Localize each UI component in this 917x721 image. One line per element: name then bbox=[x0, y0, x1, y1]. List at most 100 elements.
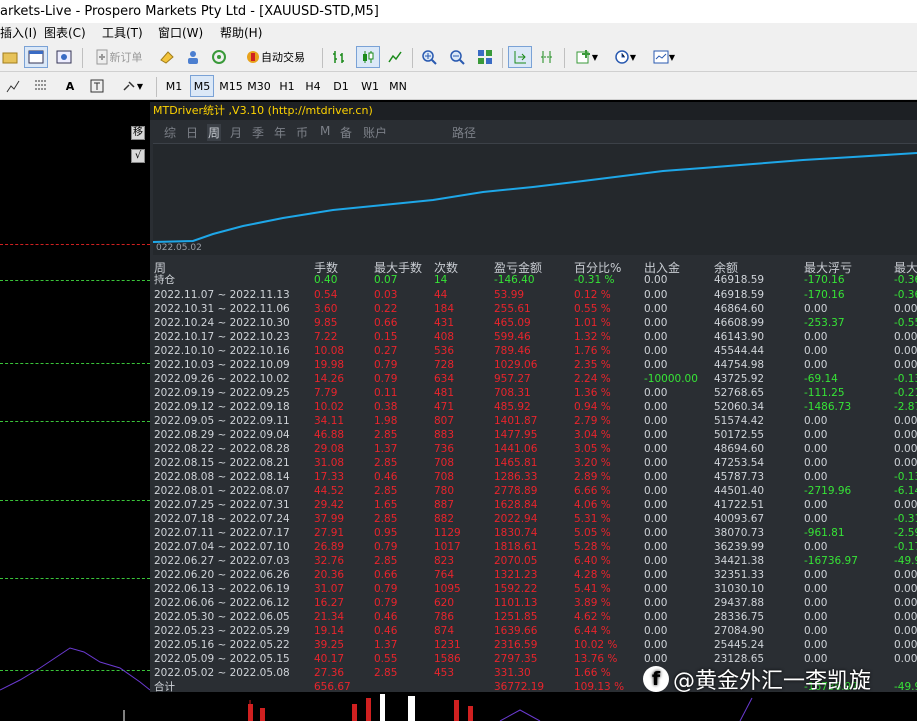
zoom-out-icon bbox=[449, 49, 465, 65]
tab-quarter[interactable]: 季 bbox=[252, 124, 264, 141]
row-pnl: 708.31 bbox=[494, 387, 531, 399]
row-deposit: 0.00 bbox=[644, 457, 668, 469]
navigator-button[interactable] bbox=[52, 46, 76, 68]
bar-chart-button[interactable] bbox=[328, 46, 350, 68]
profiles-button[interactable] bbox=[0, 46, 20, 68]
tab-summary[interactable]: 综 bbox=[164, 124, 176, 141]
zoom-in-button[interactable] bbox=[418, 46, 440, 68]
tab-path[interactable]: 路径 bbox=[452, 124, 476, 141]
history-button[interactable] bbox=[156, 46, 178, 68]
row-week: 2022.10.03 ~ 2022.10.09 bbox=[154, 359, 290, 371]
indicators-button[interactable]: ▼ bbox=[570, 46, 604, 68]
timeframe-mn[interactable]: MN bbox=[386, 75, 410, 97]
timeframe-m5[interactable]: M5 bbox=[190, 75, 214, 97]
autoscroll-button[interactable] bbox=[508, 46, 532, 68]
row-lots: 0.54 bbox=[314, 289, 338, 301]
timeframe-m30[interactable]: M30 bbox=[246, 75, 272, 97]
menu-bar: 插入(I) 图表(C) 工具(T) 窗口(W) 帮助(H) bbox=[0, 23, 917, 43]
text-button[interactable]: A bbox=[60, 75, 80, 97]
row-max-float: 0.00 bbox=[804, 303, 828, 315]
tab-week[interactable]: 周 bbox=[207, 124, 222, 141]
zoom-out-button[interactable] bbox=[446, 46, 468, 68]
menu-window[interactable]: 窗口(W) bbox=[158, 23, 203, 43]
row-max-float: -253.37 bbox=[804, 317, 845, 329]
timeframe-w1[interactable]: W1 bbox=[358, 75, 382, 97]
tile-windows-button[interactable] bbox=[474, 46, 496, 68]
holding-balance: 46918.59 bbox=[714, 274, 765, 286]
row-max-float: -1486.73 bbox=[804, 401, 852, 413]
elliott-button[interactable] bbox=[2, 75, 24, 97]
new-order-label: 新订单 bbox=[109, 51, 143, 64]
tab-day[interactable]: 日 bbox=[186, 124, 198, 141]
row-max-float: -111.25 bbox=[804, 387, 845, 399]
menu-insert[interactable]: 插入(I) bbox=[0, 23, 37, 43]
row-balance: 25445.24 bbox=[714, 639, 765, 651]
row-max-lots: 2.85 bbox=[374, 429, 398, 441]
tab-account[interactable]: 账户 bbox=[363, 124, 387, 141]
tab-magic[interactable]: M bbox=[320, 124, 330, 138]
row-week: 2022.11.07 ~ 2022.11.13 bbox=[154, 289, 290, 301]
menu-help[interactable]: 帮助(H) bbox=[220, 23, 262, 43]
timeframe-m1[interactable]: M1 bbox=[162, 75, 186, 97]
row-max-float: 0.00 bbox=[804, 471, 828, 483]
row-max-float: -961.81 bbox=[804, 527, 845, 539]
row-max-lots: 0.79 bbox=[374, 583, 398, 595]
timeframe-h4[interactable]: H4 bbox=[302, 75, 324, 97]
template-icon bbox=[653, 49, 669, 65]
row-deposit: 0.00 bbox=[644, 331, 668, 343]
row-max: 0.00 bbox=[894, 359, 917, 371]
new-order-button[interactable]: 新订单 bbox=[88, 46, 148, 68]
row-lots: 29.08 bbox=[314, 443, 345, 455]
timeframe-d1[interactable]: D1 bbox=[330, 75, 352, 97]
row-count: 883 bbox=[434, 429, 455, 441]
row-max-lots: 0.22 bbox=[374, 303, 398, 315]
row-count: 44 bbox=[434, 289, 448, 301]
tab-year[interactable]: 年 bbox=[274, 124, 286, 141]
row-pnl: 1029.06 bbox=[494, 359, 538, 371]
row-max-float: -2719.96 bbox=[804, 485, 852, 497]
row-lots: 9.85 bbox=[314, 317, 338, 329]
row-max-lots: 1.37 bbox=[374, 443, 398, 455]
menu-charts[interactable]: 图表(C) bbox=[44, 23, 86, 43]
row-balance: 41722.51 bbox=[714, 499, 765, 511]
arrows-button[interactable]: ▼ bbox=[116, 75, 148, 97]
auto-trade-button[interactable]: 自动交易 bbox=[236, 46, 314, 68]
total-lots: 656.67 bbox=[314, 681, 351, 693]
row-week: 2022.05.16 ~ 2022.05.22 bbox=[154, 639, 290, 651]
header-pct: 百分比% bbox=[574, 261, 622, 275]
tab-currency[interactable]: 币 bbox=[296, 124, 308, 141]
signals-button[interactable] bbox=[208, 46, 230, 68]
side-button-move[interactable]: 移 bbox=[131, 126, 145, 140]
header-max-float: 最大浮亏 bbox=[804, 261, 853, 275]
tab-month[interactable]: 月 bbox=[230, 124, 242, 141]
row-pct: 0.12 % bbox=[574, 289, 611, 301]
text-label-icon bbox=[89, 78, 105, 94]
candlestick-button[interactable] bbox=[356, 46, 380, 68]
market-watch-button[interactable] bbox=[24, 46, 48, 68]
row-deposit: 0.00 bbox=[644, 471, 668, 483]
side-button-check[interactable]: √ bbox=[131, 149, 145, 163]
timeframe-h1[interactable]: H1 bbox=[276, 75, 298, 97]
row-max: -2.87 bbox=[894, 401, 917, 413]
timeframe-m15[interactable]: M15 bbox=[218, 75, 244, 97]
row-balance: 40093.67 bbox=[714, 513, 765, 525]
row-max-lots: 0.79 bbox=[374, 359, 398, 371]
account-button[interactable] bbox=[182, 46, 204, 68]
window-title: arkets-Live - Prospero Markets Pty Ltd -… bbox=[0, 0, 917, 23]
row-max-float: 0.00 bbox=[804, 415, 828, 427]
templates-button[interactable]: ▼ bbox=[646, 46, 682, 68]
row-max-float: 0.00 bbox=[804, 611, 828, 623]
menu-tools[interactable]: 工具(T) bbox=[102, 23, 143, 43]
row-max-lots: 0.15 bbox=[374, 331, 398, 343]
row-week: 2022.05.23 ~ 2022.05.29 bbox=[154, 625, 290, 637]
row-pct: 5.41 % bbox=[574, 583, 611, 595]
fibonacci-button[interactable] bbox=[30, 75, 52, 97]
text-label-button[interactable] bbox=[86, 75, 108, 97]
periods-button[interactable]: ▼ bbox=[608, 46, 642, 68]
row-balance: 52060.34 bbox=[714, 401, 765, 413]
row-max-lots: 1.65 bbox=[374, 499, 398, 511]
line-chart-button[interactable] bbox=[384, 46, 406, 68]
total-pct: 109.13 % bbox=[574, 681, 625, 693]
tab-comment[interactable]: 备 bbox=[340, 124, 352, 141]
chart-shift-button[interactable] bbox=[536, 46, 558, 68]
